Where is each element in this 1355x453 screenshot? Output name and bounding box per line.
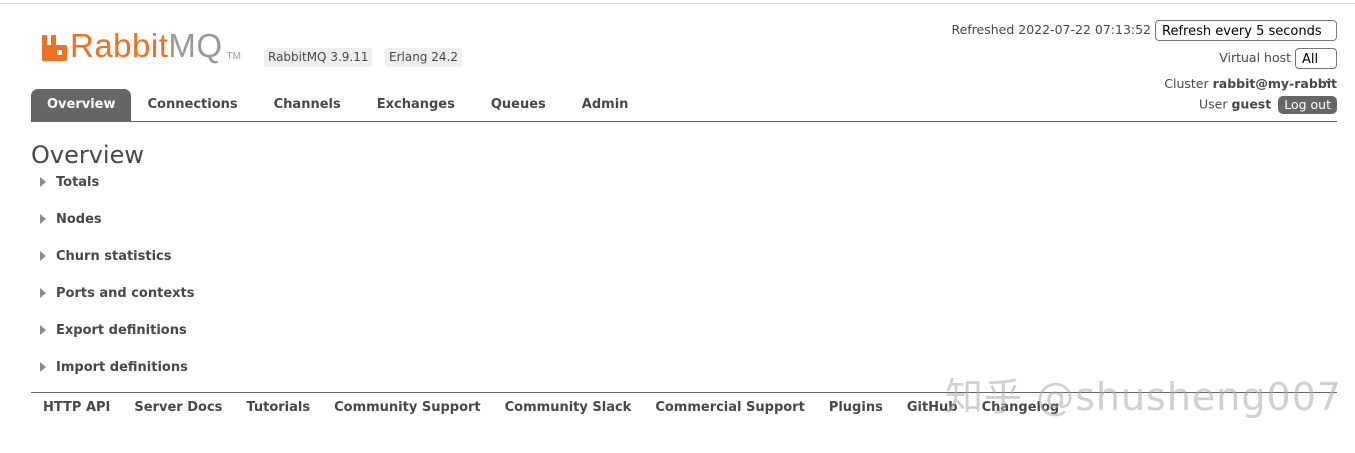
erlang-version-badge: Erlang 24.2 — [385, 48, 462, 67]
vhost-status: Virtual host All ⌄ — [1219, 48, 1337, 86]
footer-link-tutorials[interactable]: Tutorials — [246, 400, 310, 415]
section-label: Export definitions — [56, 322, 187, 338]
refresh-status: Refreshed 2022-07-22 07:13:52 Refresh ev… — [951, 20, 1337, 58]
section-ports-and-contexts[interactable]: Ports and contexts — [40, 284, 194, 302]
footer-link-commercial-support[interactable]: Commercial Support — [655, 400, 805, 415]
footer-links: HTTP API Server Docs Tutorials Community… — [43, 400, 1083, 415]
refresh-interval-select[interactable]: Refresh every 5 seconds⌄ — [1155, 20, 1337, 58]
footer-link-community-support[interactable]: Community Support — [334, 400, 481, 415]
vhost-value: All — [1302, 52, 1319, 67]
tab-overview[interactable]: Overview — [31, 89, 131, 121]
section-totals[interactable]: Totals — [40, 173, 99, 191]
logout-button[interactable]: Log out — [1278, 96, 1337, 114]
refresh-interval-value: Refresh every 5 seconds — [1162, 24, 1322, 39]
tab-exchanges[interactable]: Exchanges — [360, 89, 474, 121]
cluster-name: rabbit@my-rabbit — [1212, 76, 1337, 91]
logo-text-rabbit: Rabbit — [70, 27, 169, 64]
cluster-label: Cluster — [1164, 76, 1209, 91]
vhost-label: Virtual host — [1219, 50, 1292, 65]
user-name: guest — [1231, 96, 1272, 112]
tab-queues[interactable]: Queues — [474, 89, 565, 121]
cluster-status: Cluster rabbit@my-rabbit — [1164, 76, 1337, 91]
section-nodes[interactable]: Nodes — [40, 210, 102, 228]
section-label: Churn statistics — [56, 248, 172, 264]
rabbitmq-logo-icon — [42, 31, 67, 61]
vhost-select[interactable]: All ⌄ — [1295, 48, 1337, 86]
logo-trademark: TM — [226, 51, 242, 62]
expand-triangle-icon — [40, 325, 46, 335]
user-label: User — [1199, 96, 1228, 112]
section-import-definitions[interactable]: Import definitions — [40, 358, 188, 376]
watermark: 知乎 @shusheng007 — [945, 375, 1343, 419]
page-title: Overview — [31, 141, 144, 169]
expand-triangle-icon — [40, 251, 46, 261]
top-divider — [0, 3, 1355, 4]
expand-triangle-icon — [40, 214, 46, 224]
tab-connections[interactable]: Connections — [131, 89, 257, 121]
footer-link-community-slack[interactable]: Community Slack — [505, 400, 632, 415]
expand-triangle-icon — [40, 177, 46, 187]
user-status: User guest Log out — [1199, 96, 1337, 114]
tab-admin[interactable]: Admin — [565, 89, 648, 121]
expand-triangle-icon — [40, 288, 46, 298]
main-tabs: Overview Connections Channels Exchanges … — [31, 89, 647, 121]
footer-link-plugins[interactable]: Plugins — [829, 400, 883, 415]
rabbitmq-logo[interactable]: Rabbit MQ TM — [42, 28, 241, 64]
footer-link-server-docs[interactable]: Server Docs — [134, 400, 222, 415]
section-export-definitions[interactable]: Export definitions — [40, 321, 187, 339]
footer-link-http-api[interactable]: HTTP API — [43, 400, 110, 415]
logo-text-mq: MQ — [168, 27, 223, 64]
section-label: Totals — [56, 174, 100, 190]
section-label: Ports and contexts — [56, 285, 195, 301]
tab-channels[interactable]: Channels — [257, 89, 360, 121]
rabbitmq-version-badge: RabbitMQ 3.9.11 — [264, 48, 373, 67]
refreshed-timestamp: Refreshed 2022-07-22 07:13:52 — [951, 22, 1152, 37]
tabs-divider — [31, 121, 1337, 122]
section-churn-statistics[interactable]: Churn statistics — [40, 247, 172, 265]
section-label: Nodes — [56, 211, 102, 227]
section-label: Import definitions — [56, 359, 188, 375]
expand-triangle-icon — [40, 362, 46, 372]
